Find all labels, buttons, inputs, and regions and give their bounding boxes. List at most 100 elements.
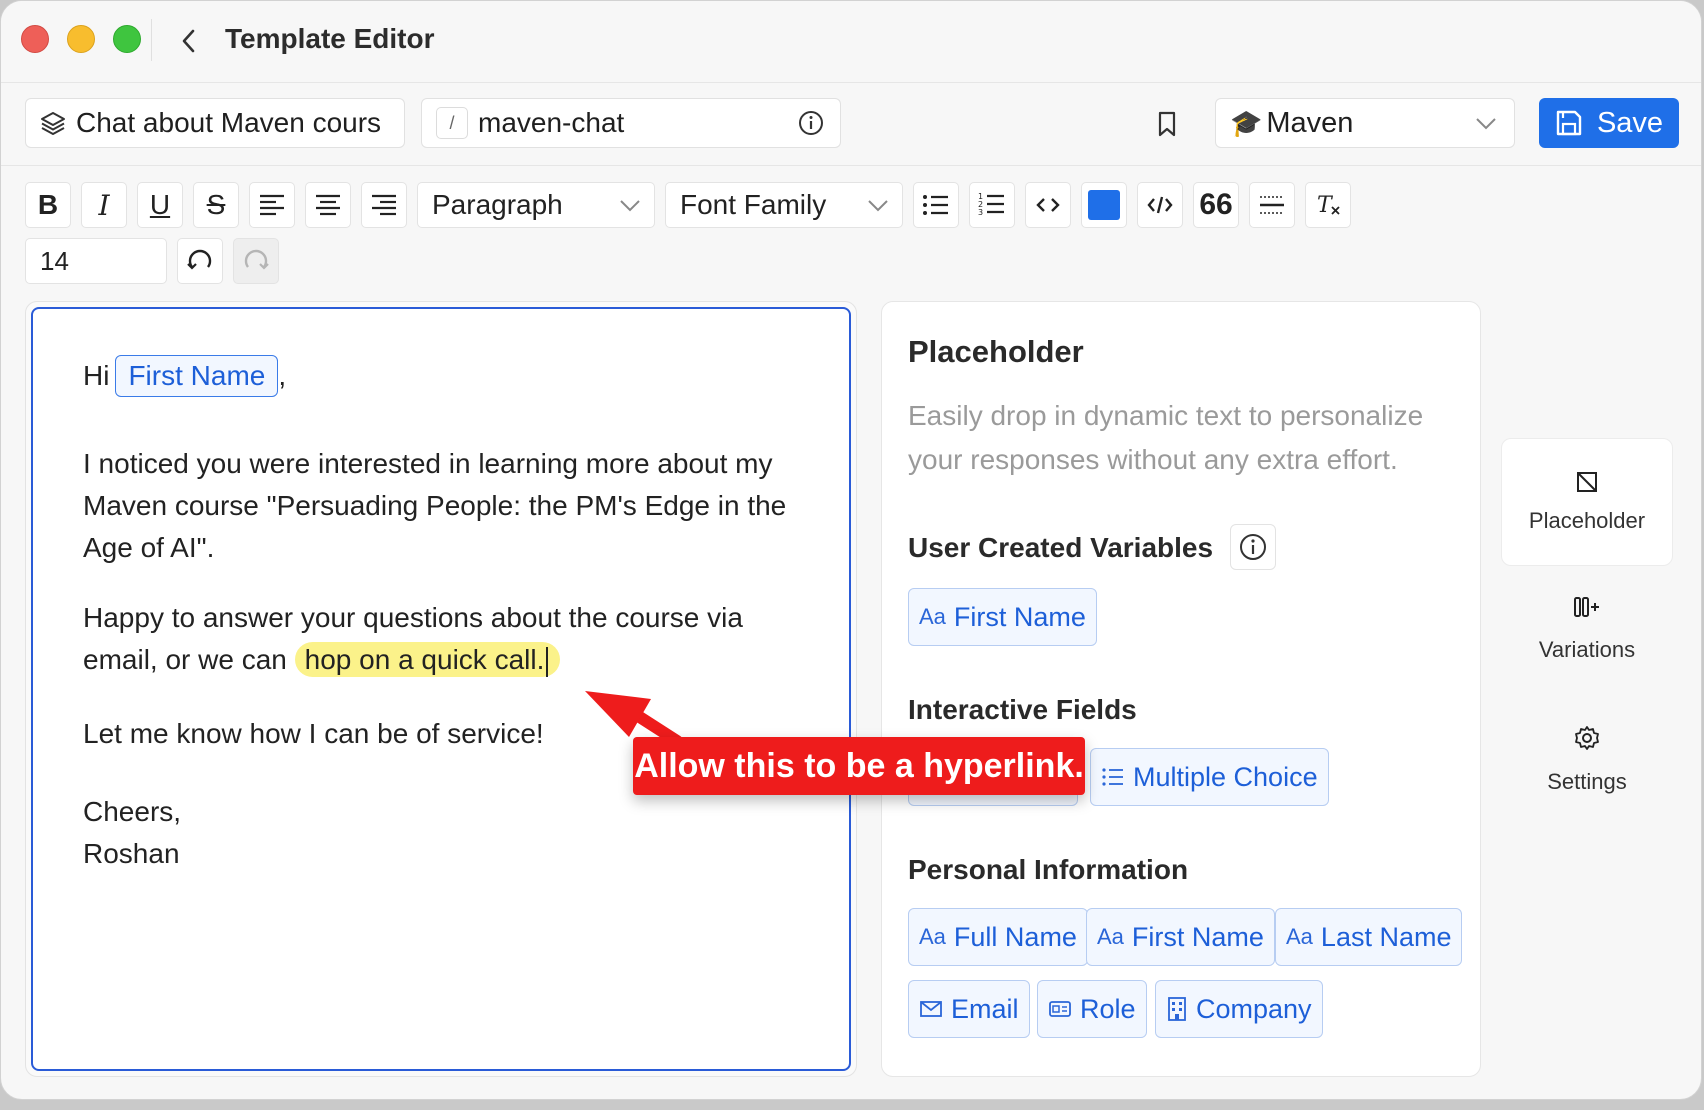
code-block-icon: [1147, 196, 1173, 214]
signoff: Cheers,: [83, 796, 182, 827]
horizontal-rule-icon: [1260, 196, 1284, 214]
rail-settings-label: Settings: [1547, 769, 1627, 794]
font-family-select[interactable]: Font Family: [665, 182, 903, 228]
chevron-down-icon: [1476, 118, 1496, 130]
save-label: Save: [1596, 106, 1664, 139]
code-block-button[interactable]: [1137, 182, 1183, 228]
rail-settings-tab[interactable]: Settings: [1501, 725, 1673, 795]
minimize-window-button[interactable]: [67, 25, 95, 53]
panel-description: Easily drop in dynamic text to personali…: [908, 400, 1424, 475]
font-size-input[interactable]: 14: [25, 238, 167, 284]
underline-button[interactable]: U: [137, 182, 183, 228]
text-type-icon: Aa: [919, 924, 946, 949]
block-type-value: Paragraph: [432, 189, 563, 220]
variations-icon: [1574, 597, 1599, 617]
text-color-button[interactable]: [1081, 182, 1127, 228]
info-icon[interactable]: [798, 110, 824, 136]
bookmark-button[interactable]: [1151, 106, 1183, 142]
personal-full-name[interactable]: Aa Full Name: [908, 908, 1088, 966]
id-card-icon: [1049, 1001, 1071, 1017]
chip-label: First Name: [1131, 921, 1264, 952]
font-family-value: Font Family: [680, 189, 827, 220]
undo-button[interactable]: [177, 238, 223, 284]
personal-first-name[interactable]: Aa First Name: [1086, 908, 1275, 966]
annotation-callout: Allow this to be a hyperlink.: [633, 737, 1085, 795]
shortcut-slug-field[interactable]: / maven-chat: [421, 98, 841, 148]
highlighted-selection[interactable]: hop on a quick call.: [294, 642, 561, 677]
placeholder-panel: Placeholder Easily drop in dynamic text …: [881, 301, 1481, 1077]
first-name-variable-chip[interactable]: First Name: [115, 355, 279, 397]
block-type-select[interactable]: Paragraph: [417, 182, 655, 228]
undo-icon: [187, 249, 212, 270]
back-button[interactable]: [173, 23, 203, 59]
template-name-value: Chat about Maven cours: [76, 107, 382, 138]
align-center-button[interactable]: [305, 182, 351, 228]
chip-label: Email: [951, 993, 1019, 1024]
user-variables-info-button[interactable]: [1230, 524, 1276, 570]
personal-company[interactable]: Company: [1155, 980, 1323, 1038]
list-icon: [1102, 768, 1123, 786]
close-window-button[interactable]: [21, 25, 49, 53]
blockquote-button[interactable]: 66: [1193, 182, 1239, 228]
italic-button[interactable]: I: [81, 182, 127, 228]
title-divider: [151, 19, 152, 61]
template-editor[interactable]: Hi First Name, I noticed you were interes…: [31, 307, 851, 1071]
paragraph-1: I noticed you were interested in learnin…: [83, 448, 787, 563]
signature: Roshan: [83, 838, 180, 869]
title-bar: Template Editor: [1, 1, 1701, 83]
interactive-fields-heading: Interactive Fields: [908, 694, 1137, 725]
template-name-field[interactable]: Chat about Maven cours: [25, 98, 405, 148]
strikethrough-button[interactable]: S: [193, 182, 239, 228]
align-right-button[interactable]: [361, 182, 407, 228]
bookmark-icon: [1158, 111, 1176, 137]
chip-label: Multiple Choice: [1133, 761, 1318, 792]
user-variable-first-name[interactable]: Aa First Name: [908, 588, 1097, 646]
rail-variations-label: Variations: [1538, 637, 1636, 662]
align-left-icon: [260, 194, 284, 216]
align-left-button[interactable]: [249, 182, 295, 228]
horizontal-rule-button[interactable]: [1249, 182, 1295, 228]
building-icon: [1168, 997, 1186, 1021]
personal-role[interactable]: Role: [1037, 980, 1147, 1038]
code-icon: [1036, 198, 1060, 212]
slug-value: maven-chat: [478, 107, 625, 138]
text-type-icon: Aa: [919, 604, 946, 629]
bold-button[interactable]: B: [25, 182, 71, 228]
brand-value: Maven: [1266, 106, 1354, 139]
user-variables-heading: User Created Variables: [908, 532, 1214, 563]
rail-placeholder-tab[interactable]: Placeholder: [1501, 438, 1673, 566]
personal-last-name[interactable]: Aa Last Name: [1275, 908, 1463, 966]
graduation-cap-icon: 🎓: [1230, 107, 1263, 138]
chevron-down-icon: [620, 200, 640, 212]
ordered-list-button[interactable]: 123: [969, 182, 1015, 228]
rail-variations-tab[interactable]: Variations: [1501, 595, 1673, 663]
code-inline-button[interactable]: [1025, 182, 1071, 228]
rail-placeholder-label: Placeholder: [1528, 508, 1646, 533]
personal-info-heading: Personal Information: [908, 854, 1189, 885]
bullet-list-icon: [923, 195, 948, 215]
save-button[interactable]: Save: [1539, 98, 1679, 148]
text-type-icon: Aa: [1097, 924, 1124, 949]
redo-icon: [244, 249, 269, 270]
mail-icon: [920, 1001, 942, 1017]
clear-format-button[interactable]: T: [1305, 182, 1351, 228]
layers-icon: [41, 112, 65, 135]
brand-select[interactable]: 🎓 Maven: [1215, 98, 1515, 148]
paragraph-2: Happy to answer your questions about the…: [83, 597, 803, 681]
zoom-window-button[interactable]: [113, 25, 141, 53]
chip-label: Company: [1196, 993, 1312, 1024]
info-icon: [1240, 534, 1266, 560]
window-title: Template Editor: [225, 23, 435, 54]
svg-text:3: 3: [978, 208, 983, 217]
personal-email[interactable]: Email: [908, 980, 1030, 1038]
chip-label: First Name: [953, 601, 1086, 632]
text-cursor: [546, 646, 549, 677]
redo-button[interactable]: [233, 238, 279, 284]
interactive-field-multiple-choice[interactable]: Multiple Choice: [1090, 748, 1329, 806]
slash-icon: /: [436, 107, 468, 139]
svg-text:T: T: [1317, 193, 1334, 218]
panel-title: Placeholder: [908, 334, 1084, 369]
bullet-list-button[interactable]: [913, 182, 959, 228]
app-window: Template Editor Chat about Maven cours /…: [0, 0, 1702, 1100]
gear-icon: [1575, 726, 1599, 750]
